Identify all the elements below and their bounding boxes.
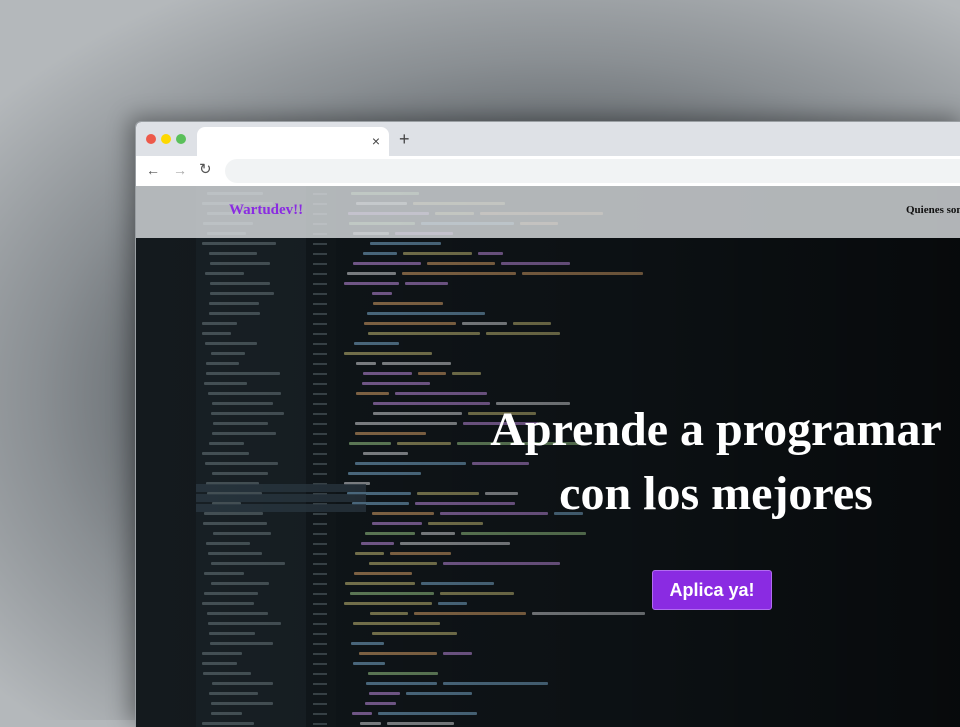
forward-arrow-icon[interactable]: → — [173, 161, 187, 179]
new-tab-icon[interactable]: + — [399, 128, 410, 150]
hero-heading-line-2: con los mejores — [559, 467, 873, 520]
close-tab-icon[interactable]: × — [372, 133, 380, 149]
page-viewport: Wartudev!! Quienes somos Aprende a progr… — [136, 186, 960, 727]
browser-toolbar: ← → ↻ — [136, 156, 960, 187]
site-navbar: Wartudev!! Quienes somos — [136, 186, 960, 238]
address-bar[interactable] — [225, 159, 960, 183]
browser-window: × + ← → ↻ Wartudev!! Quienes somos Apren… — [135, 121, 960, 727]
site-logo[interactable]: Wartudev!! — [229, 202, 303, 219]
maximize-window-icon[interactable] — [176, 134, 186, 144]
apply-button[interactable]: Aplica ya! — [652, 570, 772, 610]
hero-heading-line-1: Aprende a programar — [490, 403, 942, 456]
browser-tab[interactable]: × — [197, 127, 389, 157]
close-window-icon[interactable] — [146, 134, 156, 144]
reload-icon[interactable]: ↻ — [199, 161, 212, 179]
nav-link-quienes-somos[interactable]: Quienes somos — [906, 204, 960, 216]
minimize-window-icon[interactable] — [161, 134, 171, 144]
tab-bar: × + — [136, 122, 960, 157]
back-arrow-icon[interactable]: ← — [146, 161, 160, 179]
hero-heading: Aprende a programar con los mejores — [436, 398, 960, 526]
